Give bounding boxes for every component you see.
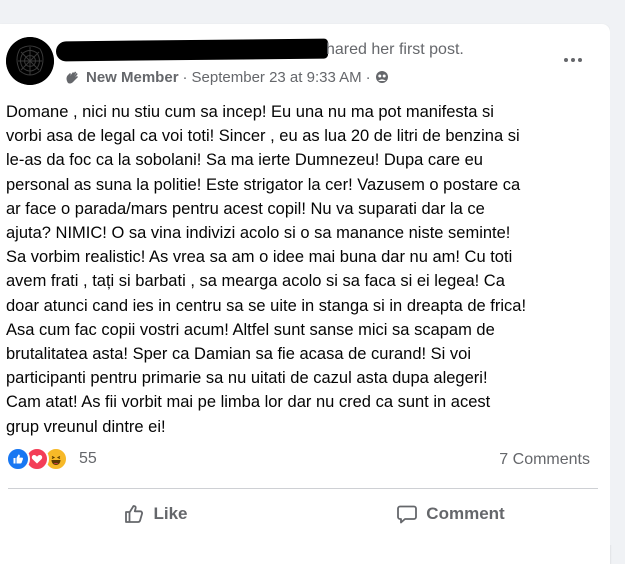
author-action-text: hared her first post. (326, 41, 464, 58)
new-member-badge: New Member (86, 68, 179, 86)
comments-count-link[interactable]: 7 Comments (499, 451, 590, 469)
post-timestamp[interactable]: September 23 at 9:33 AM (192, 69, 362, 86)
post-body: Domane , nici nu stiu cum sa incep! Eu u… (6, 100, 598, 439)
post-body-line: participanti pentru primarie sa nu uitat… (6, 369, 488, 388)
post-body-line: brutalitatea asta! Sper ca Damian sa fie… (6, 345, 472, 364)
post-body-line: doar atunci cand ies in centru sa se uit… (6, 296, 527, 315)
dot-icon (564, 58, 568, 62)
post-body-line: vorbi asa de legal ca voi toti! Sincer ,… (6, 127, 520, 146)
divider (8, 488, 598, 489)
background-strip (0, 0, 625, 24)
post-body-line: ajuta? NIMIC! O sa vina indivizi acolo s… (6, 224, 511, 243)
post-body-line: Sa vorbim realistic! As vrea sa am o ide… (6, 248, 513, 267)
like-button[interactable]: Like (8, 492, 303, 536)
post-body-line: Asa cum fac copii vostri acum! Altfel su… (6, 320, 495, 339)
audience-group-icon[interactable] (375, 70, 389, 84)
like-icon (6, 447, 30, 471)
post-options-button[interactable] (558, 48, 588, 72)
dot-icon (571, 58, 575, 62)
post-body-line: ar face o parada/mars pentru acest copil… (6, 199, 485, 218)
meta-separator-2: · (365, 68, 371, 86)
laughing-face-icon (51, 456, 61, 465)
thumbs-up-outline-icon (125, 505, 144, 523)
post-body-line: grup vreunul dintre ei! (6, 417, 166, 436)
waving-hand-icon (66, 71, 78, 84)
post-body-line: Domane , nici nu stiu cum sa incep! Eu u… (6, 103, 494, 121)
reactions-summary[interactable]: 55 (6, 447, 97, 471)
dot-icon (578, 58, 582, 62)
post-body-line: avem frati , tați si barbati , sa mearga… (6, 272, 505, 291)
comment-label: Comment (426, 504, 505, 523)
post-card: hared her first post. New Member · Septe… (0, 24, 610, 564)
post-body-line: Cam atat! As fii vorbit mai pe limba lor… (6, 393, 491, 412)
comment-bubble-icon (397, 505, 418, 524)
post-action-bar: Like Comment (8, 492, 598, 536)
post-body-line: personal as suna la politie! Este striga… (6, 175, 521, 194)
heart-icon (31, 454, 43, 464)
post-meta: New Member · September 23 at 9:33 AM · (64, 68, 389, 86)
reaction-count: 55 (79, 450, 97, 467)
redacted-author-name (56, 38, 328, 62)
avatar[interactable] (6, 37, 54, 85)
post-body-line: le-as da foc ca la sobolani! Sa ma ierte… (6, 151, 483, 170)
comment-button[interactable]: Comment (303, 492, 598, 536)
avatar-pattern-icon (6, 37, 54, 85)
thumbs-up-icon (13, 454, 23, 464)
page-background-edge (610, 0, 625, 545)
like-label: Like (153, 504, 188, 523)
meta-separator: · (182, 68, 188, 86)
